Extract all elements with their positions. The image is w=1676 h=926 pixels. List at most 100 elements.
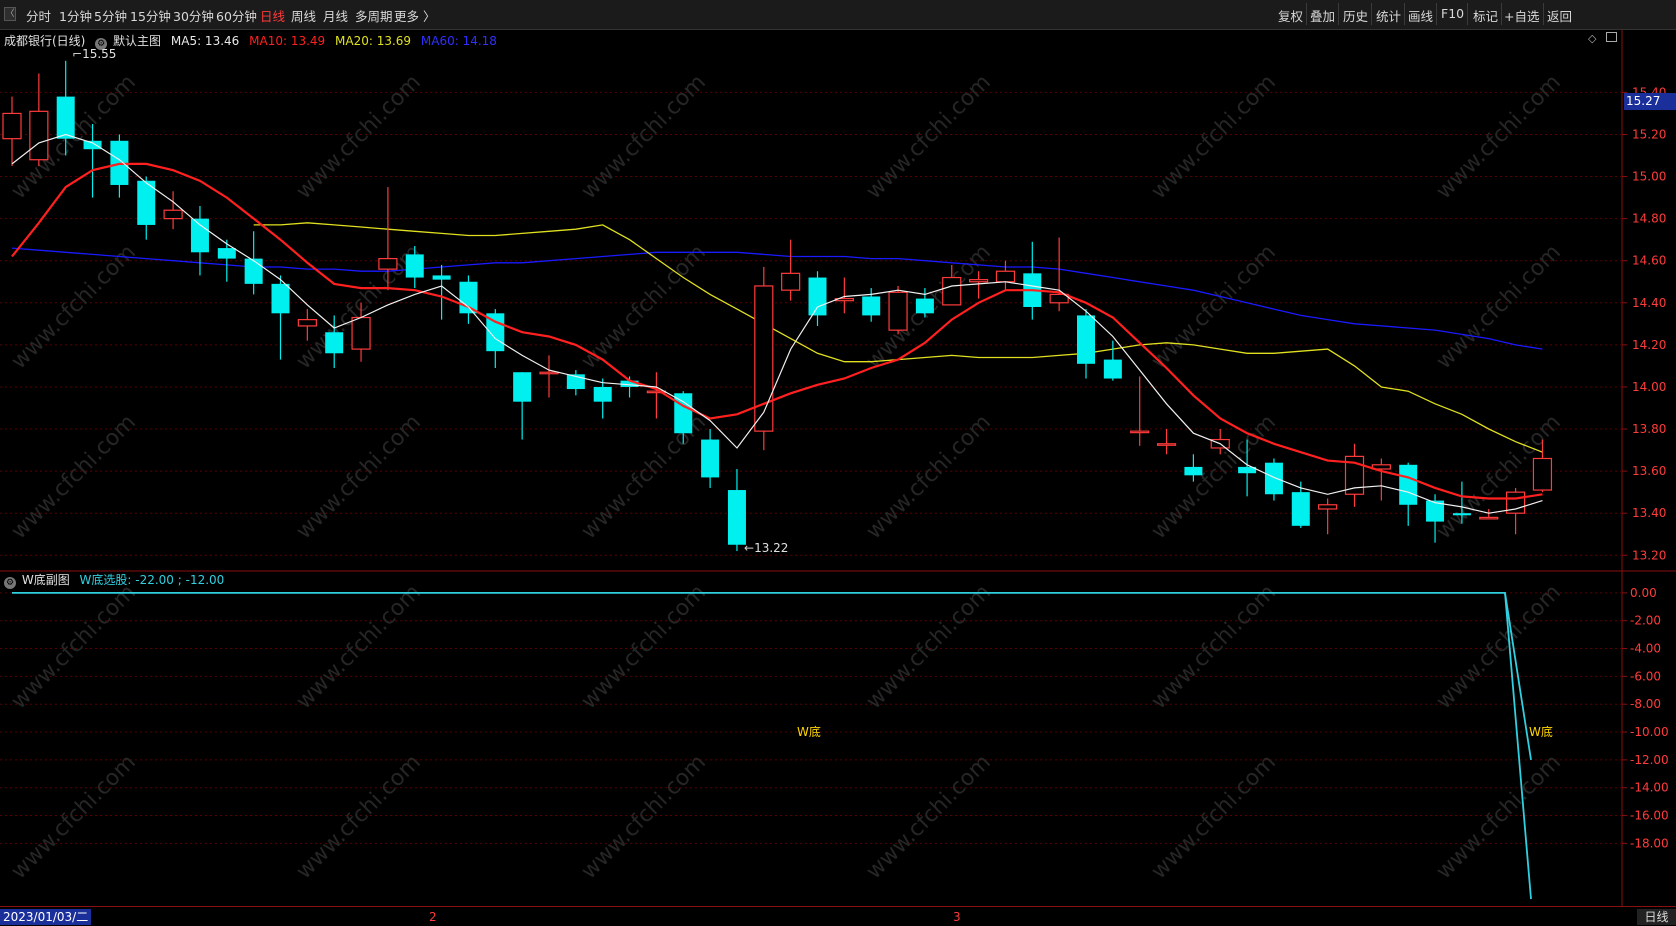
watermark-text: www.cfchi.com <box>577 70 711 204</box>
watermark-layer: www.cfchi.com www.cfchi.com www.cfchi.com w… <box>7 70 1566 884</box>
watermark-text: www.cfchi.com <box>7 240 141 374</box>
candle-body <box>405 254 424 278</box>
watermark-text: www.cfchi.com <box>292 410 426 544</box>
period-label[interactable]: 日线 <box>1637 909 1676 925</box>
sub-tick-label: -12.00 <box>1630 753 1669 767</box>
candle-body <box>727 490 746 545</box>
candle <box>701 429 720 488</box>
price-tick-label: 13.40 <box>1632 506 1666 520</box>
low-price-label: ←13.22 <box>744 541 789 555</box>
candle-body <box>325 332 344 354</box>
high-price-label: ⌐15.55 <box>72 47 117 61</box>
kline-chart[interactable]: 15.4015.2015.0014.8014.6014.4014.2014.00… <box>0 0 1676 926</box>
candle-body <box>1318 504 1338 510</box>
watermark-text: www.cfchi.com <box>292 240 426 374</box>
candle <box>1103 340 1122 381</box>
candle-body <box>1264 462 1283 495</box>
candle <box>2 96 22 167</box>
watermark-text: www.cfchi.com <box>1147 750 1281 884</box>
candle-body <box>781 272 801 291</box>
ma10-value: MA10: 13.49 <box>249 34 326 48</box>
candle <box>754 267 774 451</box>
window-icon[interactable] <box>1606 32 1617 42</box>
watermark-text: www.cfchi.com <box>1432 580 1566 714</box>
candle-body <box>513 372 532 402</box>
candle-body <box>271 283 290 314</box>
candle-body <box>163 209 183 220</box>
candle-body <box>754 285 774 432</box>
ma20-value: MA20: 13.69 <box>335 34 412 48</box>
watermark-text: www.cfchi.com <box>577 240 711 374</box>
candle <box>1049 237 1069 312</box>
sub-tick-label: 0.00 <box>1630 586 1657 600</box>
ma5-value: MA5: 13.46 <box>170 34 240 48</box>
candle <box>432 264 451 320</box>
price-tick-label: 14.40 <box>1632 296 1666 310</box>
watermark-text: www.cfchi.com <box>7 750 141 884</box>
candle <box>1318 498 1338 535</box>
ma60-value: MA60: 14.18 <box>420 34 497 48</box>
watermark-text: www.cfchi.com <box>862 70 996 204</box>
time-axis: 2023/01/03/二 2 3 日线 <box>0 906 1676 926</box>
candle-body <box>942 276 962 306</box>
candle-body <box>915 298 934 314</box>
candle-body <box>1156 443 1177 446</box>
candle-body <box>29 110 49 161</box>
candle-body <box>1532 457 1553 491</box>
price-tick-label: 14.60 <box>1632 254 1666 268</box>
ma60-line <box>11 247 1543 350</box>
candle-body <box>83 140 102 150</box>
sub-tick-label: -8.00 <box>1630 697 1661 711</box>
candle-body <box>297 319 317 327</box>
template-name[interactable]: 默认主图 <box>113 34 161 48</box>
watermark-text: www.cfchi.com <box>862 750 996 884</box>
candle-body <box>1291 492 1310 526</box>
month-tick-3: 3 <box>953 910 961 924</box>
watermark-text: www.cfchi.com <box>862 580 996 714</box>
watermark-text: www.cfchi.com <box>7 410 141 544</box>
candle-body <box>995 270 1016 283</box>
candle <box>1077 309 1095 379</box>
price-tick-label: 13.20 <box>1632 548 1666 562</box>
sub-indicator-value: W底选股: -22.00 ; -12.00 <box>79 573 225 587</box>
candle-body <box>808 277 827 316</box>
watermark-text: www.cfchi.com <box>1432 70 1566 204</box>
watermark-text: www.cfchi.com <box>292 580 426 714</box>
price-tick-label: 14.20 <box>1632 338 1666 352</box>
month-tick-2: 2 <box>429 910 437 924</box>
candle-body <box>1103 359 1122 379</box>
candle <box>271 275 290 360</box>
watermark-text: www.cfchi.com <box>577 750 711 884</box>
watermark-text: www.cfchi.com <box>1432 240 1566 374</box>
candle-body <box>217 248 236 259</box>
sub-tick-label: -2.00 <box>1630 614 1661 628</box>
watermark-text: www.cfchi.com <box>7 580 141 714</box>
candle-body <box>190 218 209 253</box>
sub-tick-label: -6.00 <box>1630 669 1661 683</box>
w-bottom-label: W底 <box>797 725 821 739</box>
candle-body <box>1130 430 1150 434</box>
candle-body <box>1479 516 1499 520</box>
sub-tick-label: -10.00 <box>1630 725 1669 739</box>
candle <box>244 231 263 295</box>
price-tick-label: 15.00 <box>1632 170 1666 184</box>
candle <box>1344 443 1365 507</box>
candle <box>888 285 908 335</box>
watermark-text: www.cfchi.com <box>577 580 711 714</box>
diamond-icon[interactable]: ◇ <box>1588 32 1596 45</box>
watermark-text: www.cfchi.com <box>1147 240 1281 374</box>
candle-body <box>2 112 22 140</box>
candle-body <box>1399 464 1418 505</box>
candle <box>1291 481 1310 528</box>
price-tick-label: 13.60 <box>1632 464 1666 478</box>
candle <box>727 469 746 552</box>
sub-settings-icon[interactable]: ⚙ <box>4 577 16 589</box>
watermark-text: www.cfchi.com <box>292 750 426 884</box>
sub-title[interactable]: W底副图 <box>22 573 70 587</box>
candle-body <box>539 371 559 375</box>
candle-body <box>862 296 881 316</box>
sub-tick-label: -4.00 <box>1630 642 1661 656</box>
candle-body <box>1452 513 1471 516</box>
candle-body <box>968 279 989 283</box>
candle <box>646 372 667 419</box>
